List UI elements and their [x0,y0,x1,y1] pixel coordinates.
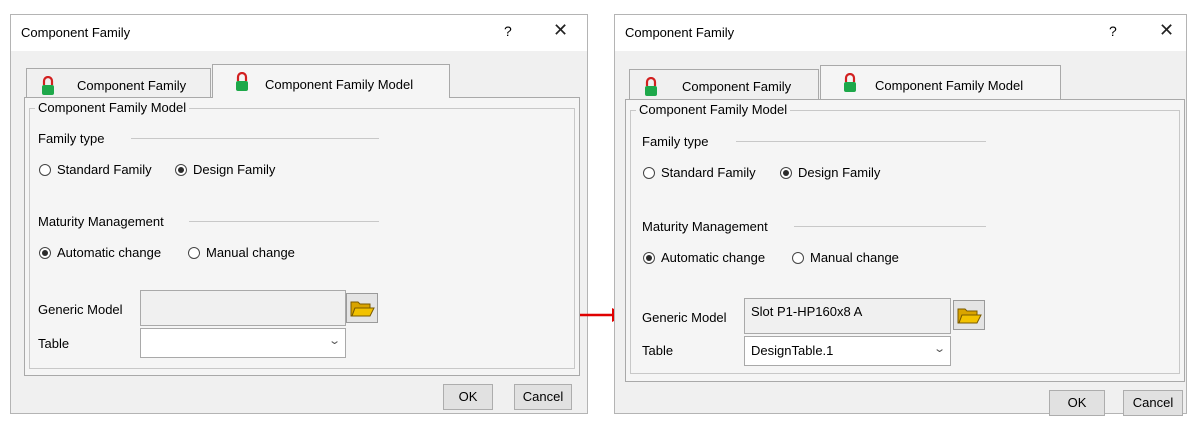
family-type-label: Family type [642,134,709,149]
browse-button[interactable] [346,293,378,323]
title-bar: Component Family ? ✕ [615,15,1186,51]
chevron-down-icon: ⌄ [932,343,946,355]
table-label: Table [38,336,70,351]
standard-family-radio[interactable] [643,167,655,179]
manual-change-radio[interactable] [188,247,200,259]
lock-icon [236,72,248,91]
automatic-change-label: Automatic change [661,250,766,265]
tab-panel: Component Family Model Family type Stand… [625,99,1185,382]
standard-family-label: Standard Family [57,162,152,177]
automatic-change-label: Automatic change [57,245,162,260]
cancel-button[interactable]: Cancel [514,384,572,410]
generic-model-field[interactable] [140,290,346,326]
close-button[interactable]: ✕ [1159,20,1174,41]
table-value: DesignTable.1 [751,343,834,358]
automatic-change-radio[interactable] [643,252,655,264]
ok-button[interactable]: OK [443,384,493,410]
design-family-radio[interactable] [175,164,187,176]
family-type-label: Family type [38,131,105,146]
right-dialog: Component Family ? ✕ Component Family Co… [614,14,1187,416]
lock-icon [844,73,856,92]
separator [736,141,986,142]
standard-family-radio[interactable] [39,164,51,176]
help-button[interactable]: ? [1109,23,1117,39]
tab-component-family[interactable]: Component Family [26,68,211,100]
tab-label: Component Family Model [265,77,414,92]
group-title: Component Family Model [35,100,190,115]
separator [189,221,379,222]
help-button[interactable]: ? [504,23,512,39]
lock-icon [42,76,54,95]
maturity-management-label: Maturity Management [38,214,164,229]
table-dropdown[interactable]: DesignTable.1 ⌄ [744,336,951,366]
table-dropdown[interactable]: ⌄ [140,328,346,358]
design-family-label: Design Family [193,162,276,177]
chevron-down-icon: ⌄ [327,335,341,347]
maturity-management-label: Maturity Management [642,219,768,234]
generic-model-label: Generic Model [38,302,123,317]
manual-change-radio[interactable] [792,252,804,264]
design-family-radio[interactable] [780,167,792,179]
open-folder-icon [957,308,982,324]
tab-label: Component Family [77,78,187,93]
group-title: Component Family Model [636,102,791,117]
open-folder-icon [350,301,375,317]
left-dialog: Component Family ? ✕ Component Family Co… [10,14,588,414]
dialog-title: Component Family [21,25,131,40]
generic-model-field[interactable]: Slot P1-HP160x8 A [744,298,951,334]
group-box [630,110,1180,374]
manual-change-label: Manual change [206,245,295,260]
tab-component-family-model[interactable]: Component Family Model [820,65,1061,99]
dialog-title: Component Family [625,25,735,40]
lock-icon [645,77,657,96]
ok-button[interactable]: OK [1049,390,1105,416]
separator [131,138,379,139]
design-family-label: Design Family [798,165,881,180]
tab-label: Component Family Model [875,78,1024,93]
cancel-button[interactable]: Cancel [1123,390,1183,416]
tab-label: Component Family [682,79,792,94]
separator [794,226,986,227]
browse-button[interactable] [953,300,985,330]
tab-component-family-model[interactable]: Component Family Model [212,64,450,98]
manual-change-label: Manual change [810,250,899,265]
automatic-change-radio[interactable] [39,247,51,259]
title-bar: Component Family ? ✕ [11,15,587,51]
standard-family-label: Standard Family [661,165,756,180]
close-button[interactable]: ✕ [553,20,568,41]
tab-component-family[interactable]: Component Family [629,69,819,101]
tab-panel: Component Family Model Family type Stand… [24,97,580,376]
generic-model-label: Generic Model [642,310,727,325]
table-label: Table [642,343,674,358]
